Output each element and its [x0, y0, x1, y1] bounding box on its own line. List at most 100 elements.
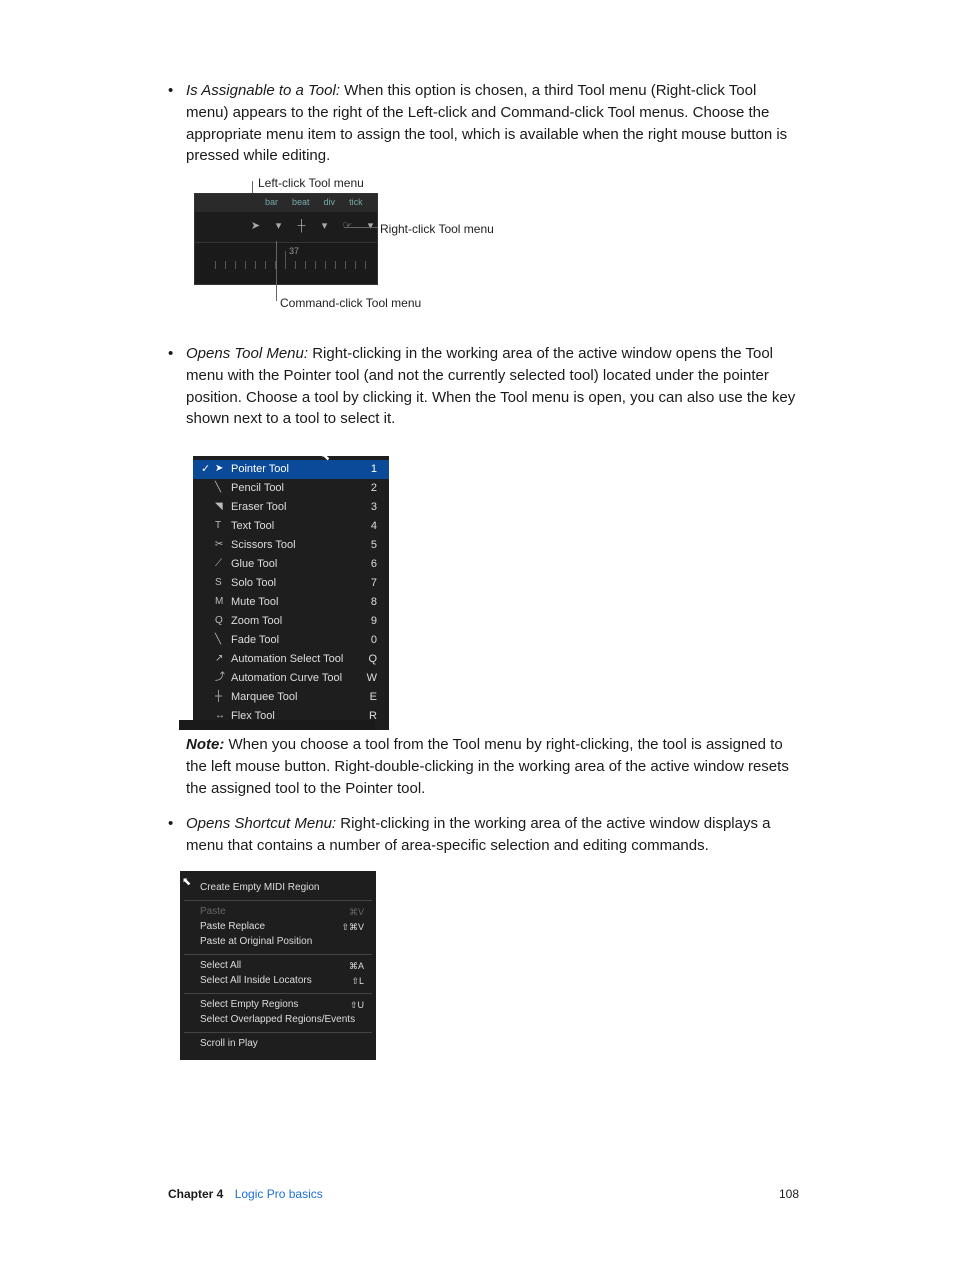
tool-name: Zoom Tool: [231, 614, 361, 630]
tool-icon: ➤: [215, 462, 231, 477]
tool-menu-item[interactable]: SSolo Tool7: [193, 574, 389, 593]
menu-item-shortcut: ⌘A: [349, 960, 364, 973]
callout-left-click: Left-click Tool menu: [258, 175, 364, 192]
callout-right-click: Right-click Tool menu: [380, 221, 494, 238]
tool-shortcut: 0: [361, 633, 377, 649]
tool-menu: ✓➤Pointer Tool1╲Pencil Tool2◥Eraser Tool…: [193, 456, 389, 730]
tool-shortcut: 6: [361, 557, 377, 573]
chevron-down-icon: ▾: [318, 220, 331, 234]
tool-icon: ⤴: [215, 671, 231, 686]
menu-separator: [184, 900, 372, 901]
shortcut-menu-item[interactable]: Scroll in Play: [180, 1037, 376, 1052]
menu-item-label: Paste: [200, 905, 226, 920]
note-text: When you choose a tool from the Tool men…: [186, 736, 789, 797]
tool-menu-item[interactable]: ╲Pencil Tool2: [193, 479, 389, 498]
tool-name: Text Tool: [231, 519, 361, 535]
tool-shortcut: 8: [361, 595, 377, 611]
ruler-header: bar beat div tick: [195, 194, 377, 212]
menu-item-label: Scroll in Play: [200, 1037, 258, 1052]
hdr-tick: tick: [349, 196, 363, 209]
menu-item-shortcut: ⇧U: [350, 999, 364, 1012]
tool-menu-item[interactable]: ✂Scissors Tool5: [193, 536, 389, 555]
tool-menu-item[interactable]: MMute Tool8: [193, 593, 389, 612]
shortcut-menu-item[interactable]: Select Empty Regions ⇧U: [180, 998, 376, 1013]
shortcut-menu-item[interactable]: Paste Replace ⇧⌘V: [180, 920, 376, 935]
menu-item-label: Paste Replace: [200, 920, 265, 935]
bullet-opens-shortcut-menu: Opens Shortcut Menu: Right-clicking in t…: [168, 813, 799, 857]
bullet-label: Is Assignable to a Tool:: [186, 82, 340, 99]
tool-menu-item[interactable]: ╲Fade Tool0: [193, 631, 389, 650]
marquee-icon: ┼: [295, 220, 308, 234]
tool-icon: ⟋: [215, 557, 231, 572]
menu-item-label: Paste at Original Position: [200, 935, 312, 950]
tool-name: Glue Tool: [231, 557, 361, 573]
page-number: 108: [779, 1187, 799, 1201]
callout-line: [276, 241, 277, 301]
tool-shortcut: 7: [361, 576, 377, 592]
tool-name: Eraser Tool: [231, 500, 361, 516]
tool-menu-item[interactable]: ⤴Automation Curve ToolW: [193, 669, 389, 688]
page-body: Is Assignable to a Tool: When this optio…: [168, 80, 799, 1060]
tool-shortcut: 3: [361, 500, 377, 516]
tool-menu-item[interactable]: TText Tool4: [193, 517, 389, 536]
tool-menu-item[interactable]: ✓➤Pointer Tool1: [193, 460, 389, 479]
tool-name: Mute Tool: [231, 595, 361, 611]
tool-menu-item[interactable]: ⟋Glue Tool6: [193, 555, 389, 574]
tool-shortcut: 9: [361, 614, 377, 630]
tool-name: Solo Tool: [231, 576, 361, 592]
tool-name: Pointer Tool: [231, 462, 361, 478]
shortcut-menu-item[interactable]: Select All Inside Locators⇧L: [180, 974, 376, 989]
tool-icon: ┼: [215, 690, 231, 705]
tool-menu-item[interactable]: QZoom Tool9: [193, 612, 389, 631]
shortcut-menu-item[interactable]: Paste at Original Position: [180, 935, 376, 950]
check-icon: ✓: [201, 462, 215, 478]
figure-tool-menus: Left-click Tool menu bar beat div tick ➤…: [182, 181, 602, 313]
menu-item-shortcut: ⌘V: [349, 906, 364, 919]
chapter-number: Chapter 4: [168, 1187, 223, 1201]
tool-shortcut: 1: [361, 462, 377, 478]
shortcut-menu-item[interactable]: Select Overlapped Regions/Events: [180, 1013, 376, 1028]
tool-shortcut: 5: [361, 538, 377, 554]
figure-tool-menu-list: ✓➤Pointer Tool1╲Pencil Tool2◥Eraser Tool…: [168, 444, 799, 734]
chapter-title: Logic Pro basics: [235, 1187, 323, 1201]
tool-menu-item[interactable]: ┼Marquee ToolE: [193, 688, 389, 707]
tool-name: Automation Curve Tool: [231, 671, 361, 687]
tool-menu-item[interactable]: ◥Eraser Tool3: [193, 498, 389, 517]
tool-icon: Q: [215, 614, 231, 629]
shortcut-menu-item: Paste ⌘V: [180, 905, 376, 920]
menu-item-label: Create Empty MIDI Region: [200, 881, 320, 896]
menu-item-shortcut: ⇧L: [351, 975, 364, 988]
tool-name: Fade Tool: [231, 633, 361, 649]
callout-line: [344, 227, 378, 228]
note-paragraph: Note: When you choose a tool from the To…: [168, 734, 799, 799]
ruler: 37: [195, 243, 377, 283]
shortcut-menu-item[interactable]: Select All⌘A: [180, 959, 376, 974]
ruler-number: 37: [289, 245, 299, 258]
bullet-label: Opens Shortcut Menu:: [186, 815, 336, 832]
tool-shortcut: W: [361, 671, 377, 687]
toolbar-screenshot: bar beat div tick ➤ ▾ ┼ ▾ ☞ ▾ 37: [194, 193, 378, 285]
cursor-icon: ⬉: [182, 875, 191, 891]
hdr-bar: bar: [265, 196, 278, 209]
tool-name: Scissors Tool: [231, 538, 361, 554]
tool-name: Marquee Tool: [231, 690, 361, 706]
shortcut-menu: ⬉ Create Empty MIDI RegionPaste⌘VPaste R…: [180, 871, 376, 1060]
bullet-assignable: Is Assignable to a Tool: When this optio…: [168, 80, 799, 167]
tool-icon: ↗: [215, 652, 231, 667]
tool-shortcut: 4: [361, 519, 377, 535]
menu-item-label: Select Empty Regions: [200, 998, 298, 1013]
tool-icon: ◥: [215, 500, 231, 515]
tool-menu-item[interactable]: ↗Automation Select ToolQ: [193, 650, 389, 669]
tool-icon: ✂: [215, 538, 231, 553]
chevron-down-icon: ▾: [272, 220, 285, 234]
tool-shortcut: 2: [361, 481, 377, 497]
menu-item-shortcut: ⇧⌘V: [341, 921, 364, 934]
hdr-div: div: [324, 196, 336, 209]
shortcut-menu-item[interactable]: Create Empty MIDI Region: [180, 881, 376, 896]
tool-shortcut: E: [361, 690, 377, 706]
menu-item-label: Select Overlapped Regions/Events: [200, 1013, 355, 1028]
menu-separator: [184, 993, 372, 994]
tool-icon: T: [215, 519, 231, 534]
tool-icon: ╲: [215, 481, 231, 496]
tool-shortcut: Q: [361, 652, 377, 668]
